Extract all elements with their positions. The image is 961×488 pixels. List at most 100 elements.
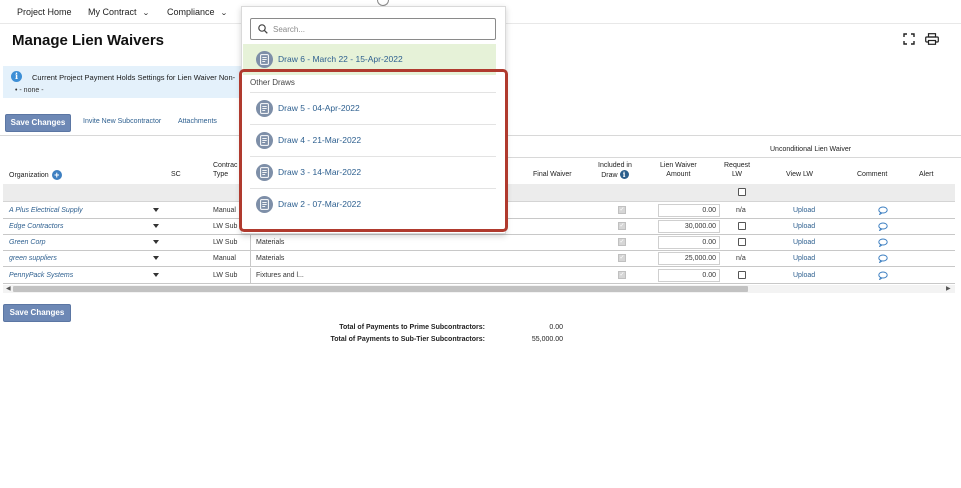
contract-type: LW Sub (213, 239, 238, 246)
banner-subtext: • - none - (15, 87, 44, 94)
comment-icon[interactable] (878, 206, 888, 215)
comment-icon[interactable] (878, 271, 888, 280)
col-contract-type-line1: Contrac (213, 162, 238, 169)
upload-link[interactable]: Upload (793, 272, 815, 279)
table-row: green suppliers Manual Materials ✓ 25,000.00… (3, 251, 955, 267)
included-in-draw-checkbox: ✓ (618, 206, 626, 214)
request-lw-na: n/a (736, 207, 746, 214)
lien-waiver-amount-input[interactable]: 0.00 (658, 204, 720, 217)
info-icon[interactable]: i (619, 170, 629, 179)
sc-dropdown-icon[interactable] (153, 224, 159, 228)
nav-project-home[interactable]: Project Home (17, 7, 72, 17)
nav-compliance-label: Compliance (167, 7, 215, 17)
request-lw-checkbox[interactable] (738, 271, 746, 279)
upload-link[interactable]: Upload (793, 223, 815, 230)
org-link[interactable]: green suppliers (9, 255, 57, 262)
col-lien-waiver-amount: Lien Waiver Amount (660, 161, 697, 179)
request-lw-na: n/a (736, 255, 746, 262)
draw-search-input[interactable] (273, 22, 488, 36)
contract-type: LW Sub (213, 272, 238, 279)
col-lw-amount-line2: Amount (666, 171, 691, 178)
total-prime-value: 0.00 (549, 324, 563, 331)
lien-waiver-amount-input[interactable]: 25,000.00 (658, 252, 720, 265)
col-request-line1: Request (724, 162, 751, 169)
column-divider (250, 268, 251, 284)
sc-dropdown-icon[interactable] (153, 273, 159, 277)
sc-dropdown-icon[interactable] (153, 256, 159, 260)
col-lw-amount-line1: Lien Waiver (660, 162, 697, 169)
other-draws-highlight (239, 69, 508, 232)
col-comment: Comment (857, 171, 888, 178)
col-included-line2: Draw (601, 172, 618, 179)
total-subtier-value: 55,000.00 (531, 336, 563, 343)
col-organization[interactable]: Organization + (9, 170, 62, 180)
org-link[interactable]: Green Corp (9, 239, 46, 246)
total-prime-label: Total of Payments to Prime Subcontractor… (339, 324, 485, 331)
upload-link[interactable]: Upload (793, 207, 815, 214)
upload-link[interactable]: Upload (793, 239, 815, 246)
col-organization-label: Organization (9, 172, 49, 179)
page-title: Manage Lien Waivers (12, 32, 164, 49)
sc-dropdown-icon[interactable] (153, 208, 159, 212)
table-row: PennyPack Systems LW Sub Fixtures and l...… (3, 268, 955, 284)
description: Materials (256, 239, 285, 246)
scroll-right-icon[interactable]: ▶ (946, 285, 951, 293)
search-icon (258, 24, 268, 34)
nav-project-home-label: Project Home (17, 7, 72, 17)
save-changes-button[interactable]: Save Changes (5, 114, 71, 132)
horizontal-scrollbar[interactable]: ◀ ▶ (3, 285, 955, 293)
select-all-request-checkbox[interactable] (738, 188, 746, 196)
col-contract-type-line2: Type (213, 171, 229, 178)
selected-draw-label: Draw 6 - March 22 - 15-Apr-2022 (278, 54, 403, 64)
request-lw-checkbox[interactable] (738, 222, 746, 230)
chevron-down-icon: ⌄ (141, 10, 150, 17)
invite-subcontractor-link[interactable]: Invite New Subcontractor (83, 118, 161, 125)
comment-icon[interactable] (878, 254, 888, 263)
payment-holds-banner: i Current Project Payment Holds Settings… (3, 66, 241, 98)
group-header-unconditional: Unconditional Lien Waiver (770, 146, 852, 153)
info-icon: i (11, 71, 22, 82)
save-changes-bottom-button[interactable]: Save Changes (3, 304, 71, 322)
col-included-in-draw: Included in Draw i (598, 161, 632, 180)
total-subtier-label: Total of Payments to Sub-Tier Subcontrac… (330, 336, 485, 343)
fullscreen-icon[interactable] (903, 33, 915, 45)
add-organization-icon[interactable]: + (51, 170, 62, 180)
comment-icon[interactable] (878, 238, 888, 247)
col-contract-type: Contrac Type (213, 161, 238, 179)
table-row: Green Corp LW Sub Materials ✓ 0.00 Upload (3, 235, 955, 251)
contract-type: Manual (213, 207, 236, 214)
lien-waiver-amount-input[interactable]: 30,000.00 (658, 220, 720, 233)
contract-type: LW Sub (213, 223, 238, 230)
column-divider (250, 235, 251, 251)
description: Fixtures and l... (256, 272, 304, 279)
lien-waiver-amount-input[interactable]: 0.00 (658, 269, 720, 282)
org-link[interactable]: A Plus Electrical Supply (9, 207, 83, 214)
print-icon[interactable] (925, 33, 939, 45)
col-request-line2: LW (732, 171, 743, 178)
nav-my-contract[interactable]: My Contract ⌄ (88, 7, 150, 17)
draw-search-box[interactable] (250, 18, 496, 40)
document-icon (256, 51, 273, 68)
scroll-left-icon[interactable]: ◀ (6, 285, 11, 293)
col-request-lw: Request LW (724, 161, 750, 179)
attachments-link[interactable]: Attachments (178, 118, 217, 125)
comment-icon[interactable] (878, 222, 888, 231)
chevron-down-icon: ⌄ (219, 10, 228, 17)
sc-dropdown-icon[interactable] (153, 240, 159, 244)
col-final-waiver: Final Waiver (533, 171, 572, 178)
upload-link[interactable]: Upload (793, 255, 815, 262)
scrollbar-thumb[interactable] (13, 286, 748, 292)
col-view-lw: View LW (786, 171, 813, 178)
column-divider (250, 251, 251, 267)
banner-text: Current Project Payment Holds Settings f… (32, 73, 236, 82)
col-included-line1: Included in (598, 162, 632, 169)
description: Materials (256, 255, 285, 262)
lien-waiver-amount-input[interactable]: 0.00 (658, 236, 720, 249)
org-link[interactable]: PennyPack Systems (9, 272, 73, 279)
request-lw-checkbox[interactable] (738, 238, 746, 246)
included-in-draw-checkbox: ✓ (618, 254, 626, 262)
org-link[interactable]: Edge Contractors (9, 223, 63, 230)
nav-compliance[interactable]: Compliance ⌄ (167, 7, 228, 17)
group-header-divider (505, 157, 961, 158)
included-in-draw-checkbox: ✓ (618, 238, 626, 246)
